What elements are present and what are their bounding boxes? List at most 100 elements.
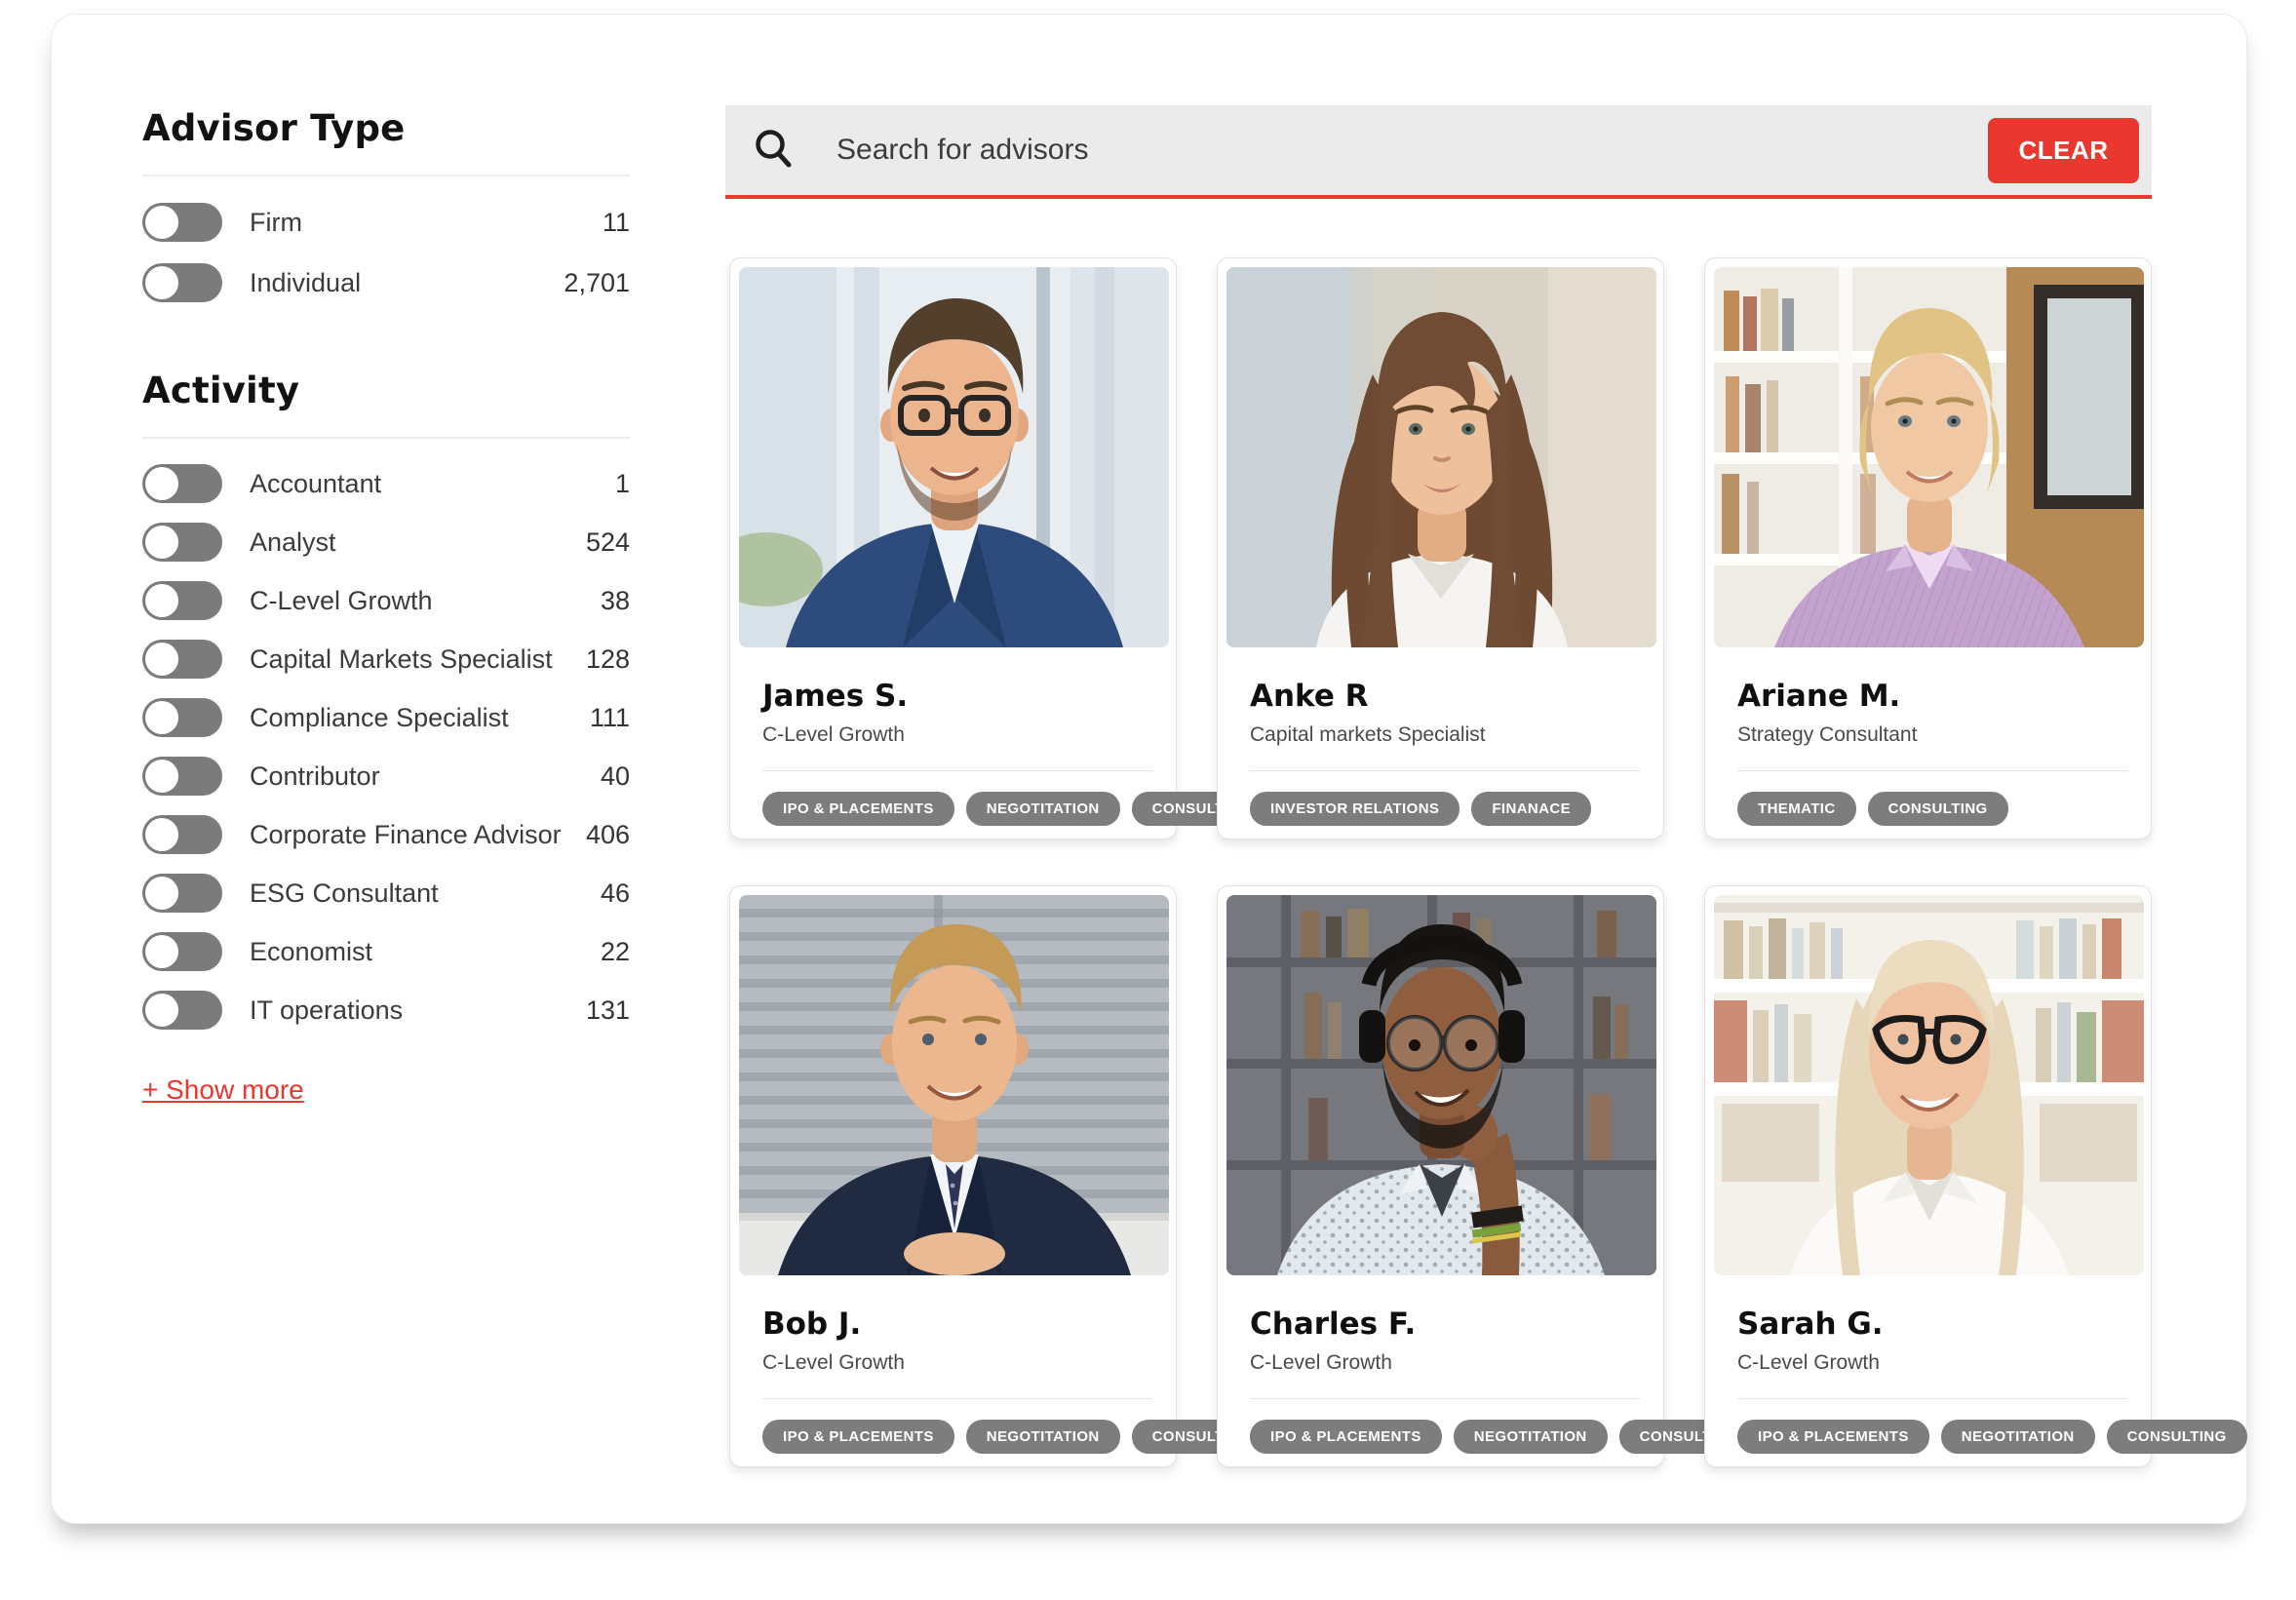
advisor-card-body: Ariane M. Strategy Consultant THEMATIC C… (1714, 679, 2142, 826)
toggle-knob (145, 526, 178, 559)
filter-count: 40 (601, 761, 630, 792)
advisor-tags: INVESTOR RELATIONS FINANACE (1250, 792, 1640, 826)
advisor-card-james[interactable]: James S. C-Level Growth IPO & PLACEMENTS… (729, 257, 1177, 839)
advisor-photo (1226, 895, 1656, 1275)
filter-row-analyst: Analyst 524 (142, 513, 630, 571)
tag-pill: NEGOTITATION (966, 1420, 1120, 1454)
individual-toggle[interactable] (142, 263, 222, 302)
toggle-knob (145, 818, 178, 851)
tag-pill: FINANACE (1471, 792, 1591, 826)
advisor-role: C-Level Growth (762, 723, 1152, 747)
advisor-name: Ariane M. (1737, 679, 2127, 714)
divider (1250, 1398, 1640, 1399)
advisor-photo (1714, 267, 2144, 647)
search-bar: CLEAR (725, 105, 2152, 199)
contributor-toggle[interactable] (142, 757, 222, 796)
filter-row-capital-markets-specialist: Capital Markets Specialist 128 (142, 630, 630, 688)
advisor-type-filter-list: Firm 11 Individual 2,701 (142, 192, 630, 313)
filter-count: 38 (601, 586, 630, 616)
filter-label: Capital Markets Specialist (250, 644, 553, 675)
divider (762, 770, 1152, 771)
search-icon (753, 127, 796, 175)
toggle-knob (145, 701, 178, 734)
advisor-role: C-Level Growth (762, 1351, 1152, 1375)
filter-count: 406 (586, 820, 630, 850)
toggle-knob (145, 467, 178, 500)
filter-label: IT operations (250, 995, 403, 1026)
toggle-knob (145, 760, 178, 793)
capital-markets-specialist-toggle[interactable] (142, 640, 222, 679)
filter-label: ESG Consultant (250, 878, 439, 909)
it-operations-toggle[interactable] (142, 991, 222, 1030)
search-input[interactable] (837, 134, 1988, 167)
advisor-photo (1714, 895, 2144, 1275)
advisor-card-charles[interactable]: Charles F. C-Level Growth IPO & PLACEMEN… (1217, 885, 1664, 1467)
filter-label: Corporate Finance Advisor (250, 820, 562, 850)
advisor-name: Charles F. (1250, 1307, 1640, 1342)
clear-button[interactable]: CLEAR (1988, 118, 2139, 183)
economist-toggle[interactable] (142, 932, 222, 971)
filter-row-c-level-growth: C-Level Growth 38 (142, 571, 630, 630)
advisor-type-title: Advisor Type (142, 107, 630, 149)
accountant-toggle[interactable] (142, 464, 222, 503)
corporate-finance-advisor-toggle[interactable] (142, 815, 222, 854)
filter-row-firm: Firm 11 (142, 192, 630, 253)
advisor-photo (1226, 267, 1656, 647)
toggle-knob (145, 935, 178, 968)
advisor-card-bob[interactable]: Bob J. C-Level Growth IPO & PLACEMENTS N… (729, 885, 1177, 1467)
filter-label: Economist (250, 937, 372, 967)
divider (1250, 770, 1640, 771)
advisor-name: James S. (762, 679, 1152, 714)
tag-pill: NEGOTITATION (1941, 1420, 2095, 1454)
filter-row-corporate-finance-advisor: Corporate Finance Advisor 406 (142, 805, 630, 864)
compliance-specialist-toggle[interactable] (142, 698, 222, 737)
filter-count: 1 (615, 469, 630, 499)
advisor-photo (739, 267, 1169, 647)
tag-pill: IPO & PLACEMENTS (762, 792, 954, 826)
advisor-card-anke[interactable]: Anke R Capital markets Specialist INVEST… (1217, 257, 1664, 839)
advisor-role: Capital markets Specialist (1250, 723, 1640, 747)
divider (142, 175, 630, 176)
advisor-role: C-Level Growth (1250, 1351, 1640, 1375)
toggle-knob (145, 877, 178, 910)
firm-toggle[interactable] (142, 203, 222, 242)
tag-pill: INVESTOR RELATIONS (1250, 792, 1459, 826)
advisor-card-sarah[interactable]: Sarah G. C-Level Growth IPO & PLACEMENTS… (1704, 885, 2152, 1467)
filter-row-accountant: Accountant 1 (142, 454, 630, 513)
advisor-tags: IPO & PLACEMENTS NEGOTITATION CONSULTING (762, 1420, 1152, 1454)
tag-pill: THEMATIC (1737, 792, 1856, 826)
advisor-card-body: Anke R Capital markets Specialist INVEST… (1226, 679, 1654, 826)
esg-consultant-toggle[interactable] (142, 874, 222, 913)
advisor-name: Sarah G. (1737, 1307, 2127, 1342)
advisor-directory-panel: Advisor Type Firm 11 Individual 2,701 Ac… (51, 14, 2247, 1524)
filter-count: 46 (601, 878, 630, 909)
filter-count: 11 (603, 208, 630, 238)
advisor-card-body: Bob J. C-Level Growth IPO & PLACEMENTS N… (739, 1307, 1167, 1454)
advisor-card-body: Charles F. C-Level Growth IPO & PLACEMEN… (1226, 1307, 1654, 1454)
tag-pill: IPO & PLACEMENTS (1250, 1420, 1442, 1454)
advisor-tags: IPO & PLACEMENTS NEGOTITATION CONSULTING (1737, 1420, 2127, 1454)
filter-sidebar: Advisor Type Firm 11 Individual 2,701 Ac… (142, 107, 630, 1106)
filter-count: 111 (590, 703, 630, 733)
filter-row-esg-consultant: ESG Consultant 46 (142, 864, 630, 922)
show-more-link[interactable]: + Show more (142, 1074, 304, 1106)
advisor-tags: IPO & PLACEMENTS NEGOTITATION CONSULTING (1250, 1420, 1640, 1454)
filter-label: Individual (250, 268, 361, 298)
toggle-knob (145, 266, 178, 299)
toggle-knob (145, 206, 178, 239)
divider (762, 1398, 1152, 1399)
advisor-card-ariane[interactable]: Ariane M. Strategy Consultant THEMATIC C… (1704, 257, 2152, 839)
advisor-card-body: James S. C-Level Growth IPO & PLACEMENTS… (739, 679, 1167, 826)
c-level-growth-toggle[interactable] (142, 581, 222, 620)
advisor-name: Bob J. (762, 1307, 1152, 1342)
advisor-name: Anke R (1250, 679, 1640, 714)
filter-label: Compliance Specialist (250, 703, 509, 733)
filter-row-individual: Individual 2,701 (142, 253, 630, 313)
analyst-toggle[interactable] (142, 523, 222, 562)
advisor-card-body: Sarah G. C-Level Growth IPO & PLACEMENTS… (1714, 1307, 2142, 1454)
divider (1737, 770, 2127, 771)
divider (1737, 1398, 2127, 1399)
filter-label: C-Level Growth (250, 586, 433, 616)
filter-count: 131 (586, 995, 630, 1026)
filter-label: Accountant (250, 469, 381, 499)
